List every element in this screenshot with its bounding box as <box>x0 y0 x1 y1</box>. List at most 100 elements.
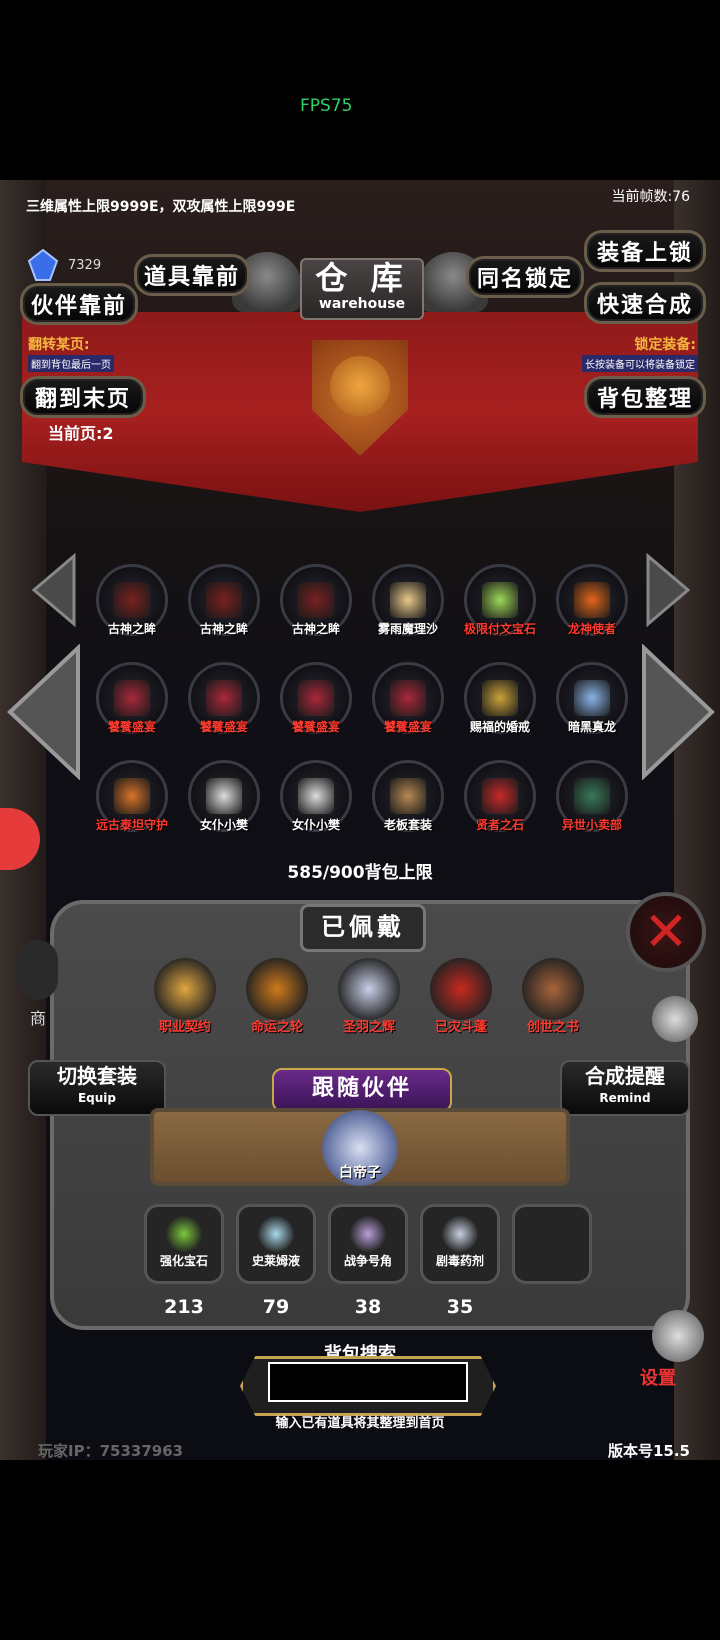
craft-remind-cn: 合成提醒 <box>585 1064 665 1088</box>
consumable-item[interactable]: 史莱姆液 79 <box>236 1204 316 1318</box>
craft-remind-button[interactable]: 合成提醒 Remind <box>560 1060 690 1116</box>
item-icon <box>114 778 150 814</box>
item-icon <box>114 582 150 618</box>
item-label: 老板套装 <box>383 818 432 832</box>
worn-item[interactable]: 职业契约 <box>142 954 228 1035</box>
lock-note-title: 锁定装备: <box>634 337 696 353</box>
fps-overlay: FPS75 <box>300 96 353 116</box>
item-icon <box>206 680 242 716</box>
worn-item-label: 命运之轮 <box>250 1020 303 1035</box>
bag-item-slot[interactable]: 贤者之石 <box>460 760 540 840</box>
item-label: 饕餮盛宴 <box>199 720 248 734</box>
item-front-button[interactable]: 道具靠前 <box>134 254 250 296</box>
bag-item-slot[interactable]: 老板套装 <box>368 760 448 840</box>
bag-item-slot[interactable]: 饕餮盛宴 <box>92 662 172 742</box>
bag-item-slot[interactable]: 饕餮盛宴 <box>276 662 356 742</box>
next-small-arrow-icon[interactable] <box>644 552 692 628</box>
prev-page-arrow-icon[interactable] <box>6 644 82 780</box>
worn-item-icon <box>338 958 400 1020</box>
bag-sort-button[interactable]: 背包整理 <box>584 376 706 418</box>
bag-item-slot[interactable]: 异世小卖部 <box>552 760 632 840</box>
bag-item-slot[interactable]: 远古泰坦守护 <box>92 760 172 840</box>
consumable-icon <box>166 1216 202 1252</box>
partner-front-button[interactable]: 伙伴靠前 <box>20 283 138 325</box>
go-last-page-button[interactable]: 翻到末页 <box>20 376 146 418</box>
bag-item-slot[interactable]: 龙神使者 <box>552 564 632 644</box>
consumable-count: 38 <box>354 1296 382 1318</box>
shop-label: 商 <box>30 1009 47 1028</box>
empty-slot[interactable] <box>512 1204 592 1290</box>
partner-name: 白帝子 <box>339 1165 381 1181</box>
bag-search-input[interactable] <box>268 1362 468 1402</box>
consumable-label: 强化宝石 <box>159 1254 208 1268</box>
item-label: 女仆小樊 <box>291 818 340 832</box>
bag-item-slot[interactable]: 古神之眸 <box>276 564 356 644</box>
item-icon <box>482 680 518 716</box>
switch-set-button[interactable]: 切换套装 Equip <box>28 1060 166 1116</box>
item-icon <box>298 582 334 618</box>
worn-item[interactable]: 创世之书 <box>510 954 596 1035</box>
consumable-label: 战争号角 <box>343 1254 392 1268</box>
item-icon <box>482 582 518 618</box>
worn-item-label: 职业契约 <box>158 1020 211 1035</box>
item-icon <box>574 778 610 814</box>
flip-note-title: 翻转某页: <box>28 337 90 353</box>
settings-label: 设置 <box>640 1368 676 1389</box>
stat-cap-text: 三维属性上限9999E，双攻属性上限999E <box>26 199 296 215</box>
quick-craft-button[interactable]: 快速合成 <box>584 282 706 324</box>
worn-item-label: 已灾斗蓬 <box>434 1020 487 1035</box>
consumable-label: 剧毒药剂 <box>435 1254 484 1268</box>
item-label: 贤者之石 <box>475 818 524 832</box>
item-icon <box>390 778 426 814</box>
item-label: 饕餮盛宴 <box>107 720 156 734</box>
item-label: 极限付文宝石 <box>463 622 536 636</box>
item-icon <box>574 582 610 618</box>
item-label: 饕餮盛宴 <box>383 720 432 734</box>
close-button[interactable]: ✕ <box>626 892 706 972</box>
item-label: 饕餮盛宴 <box>291 720 340 734</box>
consumable-icon <box>350 1216 386 1252</box>
bag-item-slot[interactable]: 古神之眸 <box>92 564 172 644</box>
item-label: 暗黑真龙 <box>567 720 616 734</box>
consumable-item[interactable]: 强化宝石 213 <box>144 1204 224 1318</box>
bag-item-slot[interactable]: 雾雨魔理沙 <box>368 564 448 644</box>
bag-item-slot[interactable]: 暗黑真龙 <box>552 662 632 742</box>
item-label: 龙神使者 <box>567 622 616 636</box>
search-hint: 输入已有道具将其整理到首页 <box>275 1416 445 1431</box>
consumable-item[interactable]: 剧毒药剂 35 <box>420 1204 500 1318</box>
bag-item-slot[interactable]: 极限付文宝石 <box>460 564 540 644</box>
item-label: 古神之眸 <box>291 622 340 636</box>
bag-item-slot[interactable]: 女仆小樊 <box>184 760 264 840</box>
item-label: 雾雨魔理沙 <box>377 622 438 636</box>
worn-item[interactable]: 圣羽之辉 <box>326 954 412 1035</box>
warehouse-title: 仓 库 warehouse <box>300 258 424 320</box>
bag-item-slot[interactable]: 饕餮盛宴 <box>368 662 448 742</box>
bag-item-slot[interactable]: 赐福的婚戒 <box>460 662 540 742</box>
worn-item[interactable]: 已灾斗蓬 <box>418 954 504 1035</box>
title-en: warehouse <box>318 296 406 312</box>
consumable-item[interactable]: 战争号角 38 <box>328 1204 408 1318</box>
consumable-icon <box>442 1216 478 1252</box>
bag-item-slot[interactable]: 饕餮盛宴 <box>184 662 264 742</box>
item-label: 赐福的婚戒 <box>469 720 530 734</box>
current-page: 当前页:2 <box>48 424 114 443</box>
item-icon <box>390 582 426 618</box>
shop-button[interactable] <box>18 940 58 1000</box>
bag-item-slot[interactable]: 古神之眸 <box>184 564 264 644</box>
blue-gem-icon <box>27 248 59 281</box>
worn-item-icon <box>154 958 216 1020</box>
consumable-count: 79 <box>262 1296 290 1318</box>
craft-remind-en: Remind <box>599 1091 651 1105</box>
item-icon <box>298 680 334 716</box>
worn-item-label: 创世之书 <box>526 1020 579 1035</box>
same-name-lock-button[interactable]: 同名锁定 <box>466 256 584 298</box>
next-page-arrow-icon[interactable] <box>640 644 716 780</box>
consumable-label: 史莱姆液 <box>251 1254 300 1268</box>
equip-lock-button[interactable]: 装备上锁 <box>584 230 706 272</box>
worn-item[interactable]: 命运之轮 <box>234 954 320 1035</box>
bag-item-slot[interactable]: 女仆小樊 <box>276 760 356 840</box>
dice-icon[interactable] <box>652 996 698 1042</box>
prev-small-arrow-icon[interactable] <box>30 552 78 628</box>
worn-item-label: 圣羽之辉 <box>342 1020 395 1035</box>
item-icon <box>298 778 334 814</box>
